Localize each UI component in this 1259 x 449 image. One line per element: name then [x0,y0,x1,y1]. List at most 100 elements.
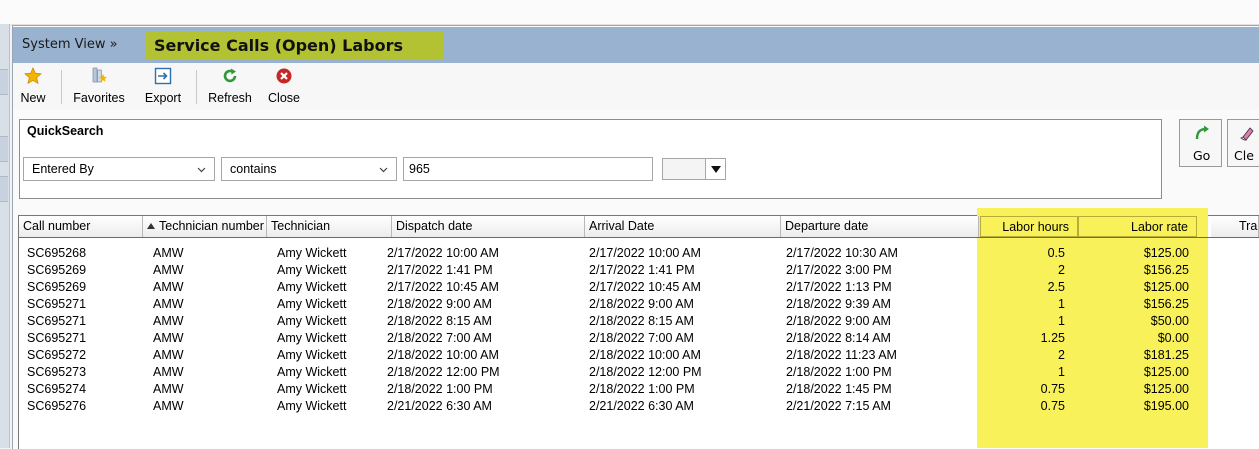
technician-number-cell: AMW [153,297,184,311]
labor-rate-cell: $125.00 [1143,246,1189,260]
toolbar [13,63,1259,109]
technician-cell: Amy Wickett [277,382,347,396]
arrival-date-cell: 2/17/2022 10:00 AM [589,246,701,260]
left-rail-tab[interactable] [0,136,8,162]
technician-cell: Amy Wickett [277,348,347,362]
technician-cell: Amy Wickett [277,263,347,277]
clear-button[interactable]: Cle [1227,119,1259,167]
favorites-icon [92,67,107,83]
column-header-labor-rate[interactable]: Labor rate [1078,216,1197,237]
dispatch-date-cell: 2/17/2022 10:45 AM [387,280,499,294]
technician-cell: Amy Wickett [277,246,347,260]
technician-number-cell: AMW [153,314,184,328]
dispatch-date-cell: 2/18/2022 12:00 PM [387,365,500,379]
table-row[interactable]: SC695272 AMW Amy Wickett 2/18/2022 10:00 AM… [19,347,1259,364]
technician-cell: Amy Wickett [277,297,347,311]
labor-rate-cell: $195.00 [1143,399,1189,413]
technician-cell: Amy Wickett [277,365,347,379]
table-row[interactable]: SC695276 AMW Amy Wickett 2/21/2022 6:30 AM 2… [19,398,1259,415]
column-header-labor-hours[interactable]: Labor hours [980,216,1078,237]
labor-rate-cell: $125.00 [1143,280,1189,294]
labor-hours-cell: 1 [1058,365,1065,379]
go-arrow-icon [1195,125,1209,140]
refresh-icon [223,68,237,83]
left-rail-tab[interactable] [0,69,8,95]
technician-number-cell: AMW [153,263,184,277]
call-number-cell: SC695276 [27,399,87,413]
favorites-button-label: Favorites [73,91,125,105]
field-select-value: Entered By [32,162,94,176]
call-number-cell: SC695271 [27,331,87,345]
quicksearch-title: QuickSearch [27,124,104,138]
departure-date-cell: 2/17/2022 3:00 PM [786,263,892,277]
departure-date-cell: 2/17/2022 1:13 PM [786,280,892,294]
go-button-label: Go [1193,148,1211,163]
star-icon [24,67,42,85]
labor-hours-cell: 2 [1058,348,1065,362]
go-button[interactable]: Go [1179,119,1222,167]
table-row[interactable]: SC695271 AMW Amy Wickett 2/18/2022 7:00 AM 2… [19,330,1259,347]
dispatch-date-cell: 2/18/2022 8:15 AM [387,314,492,328]
color-dropdown-arrow[interactable] [706,158,726,180]
color-picker[interactable] [662,158,728,180]
column-header-departure-date[interactable]: Departure date [781,216,979,237]
field-select[interactable]: Entered By [23,157,215,181]
refresh-button[interactable]: Refresh [201,64,259,108]
technician-number-cell: AMW [153,348,184,362]
arrival-date-cell: 2/18/2022 9:00 AM [589,297,694,311]
table-row[interactable]: SC695269 AMW Amy Wickett 2/17/2022 1:41 PM 2… [19,262,1259,279]
export-button[interactable]: Export [138,64,188,108]
operator-select[interactable]: contains [221,157,397,181]
dispatch-date-cell: 2/18/2022 7:00 AM [387,331,492,345]
technician-cell: Amy Wickett [277,280,347,294]
toolbar-divider [196,70,197,104]
call-number-cell: SC695273 [27,365,87,379]
technician-number-cell: AMW [153,280,184,294]
operator-select-value: contains [230,162,277,176]
dispatch-date-cell: 2/18/2022 9:00 AM [387,297,492,311]
column-header-technician-number[interactable]: Technician number [143,216,267,237]
departure-date-cell: 2/18/2022 1:00 PM [786,365,892,379]
new-button[interactable]: New [16,64,50,108]
favorites-button[interactable]: Favorites [66,64,132,108]
column-header-technician[interactable]: Technician [267,216,392,237]
technician-cell: Amy Wickett [277,399,347,413]
technician-cell: Amy Wickett [277,314,347,328]
eraser-icon [1240,127,1254,141]
labor-rate-cell: $50.00 [1150,314,1189,328]
breadcrumb[interactable]: System View » [22,37,118,52]
call-number-cell: SC695268 [27,246,87,260]
table-row[interactable]: SC695273 AMW Amy Wickett 2/18/2022 12:00 PM… [19,364,1259,381]
table-row[interactable]: SC695271 AMW Amy Wickett 2/18/2022 9:00 AM 2… [19,296,1259,313]
search-value-input[interactable]: 965 [403,157,653,181]
technician-number-cell: AMW [153,246,184,260]
arrival-date-cell: 2/17/2022 1:41 PM [589,263,695,277]
labor-rate-cell: $156.25 [1143,263,1189,277]
arrival-date-cell: 2/18/2022 1:00 PM [589,382,695,396]
window-top-strip [0,0,1259,25]
technician-cell: Amy Wickett [277,331,347,345]
arrival-date-cell: 2/18/2022 10:00 AM [589,348,701,362]
dispatch-date-cell: 2/17/2022 10:00 AM [387,246,499,260]
departure-date-cell: 2/18/2022 1:45 PM [786,382,892,396]
departure-date-cell: 2/18/2022 9:39 AM [786,297,891,311]
labor-hours-cell: 1.25 [1040,331,1065,345]
column-header-tra[interactable]: Tra [1211,216,1259,237]
technician-number-cell: AMW [153,331,184,345]
refresh-button-label: Refresh [208,91,252,105]
table-row[interactable]: SC695271 AMW Amy Wickett 2/18/2022 8:15 AM 2… [19,313,1259,330]
table-row[interactable]: SC695274 AMW Amy Wickett 2/18/2022 1:00 PM 2… [19,381,1259,398]
labor-hours-cell: 2 [1058,263,1065,277]
left-rail [0,24,10,448]
table-row[interactable]: SC695269 AMW Amy Wickett 2/17/2022 10:45 AM… [19,279,1259,296]
labor-hours-cell: 1 [1058,297,1065,311]
left-rail-tab[interactable] [0,176,8,202]
dispatch-date-cell: 2/18/2022 1:00 PM [387,382,493,396]
column-header-dispatch-date[interactable]: Dispatch date [392,216,585,237]
call-number-cell: SC695269 [27,263,87,277]
close-button[interactable]: Close [261,64,307,108]
column-header-arrival-date[interactable]: Arrival Date [585,216,781,237]
table-row[interactable]: SC695268 AMW Amy Wickett 2/17/2022 10:00 AM… [19,245,1259,262]
column-header-call-number[interactable]: Call number [19,216,143,237]
labor-rate-cell: $156.25 [1143,297,1189,311]
